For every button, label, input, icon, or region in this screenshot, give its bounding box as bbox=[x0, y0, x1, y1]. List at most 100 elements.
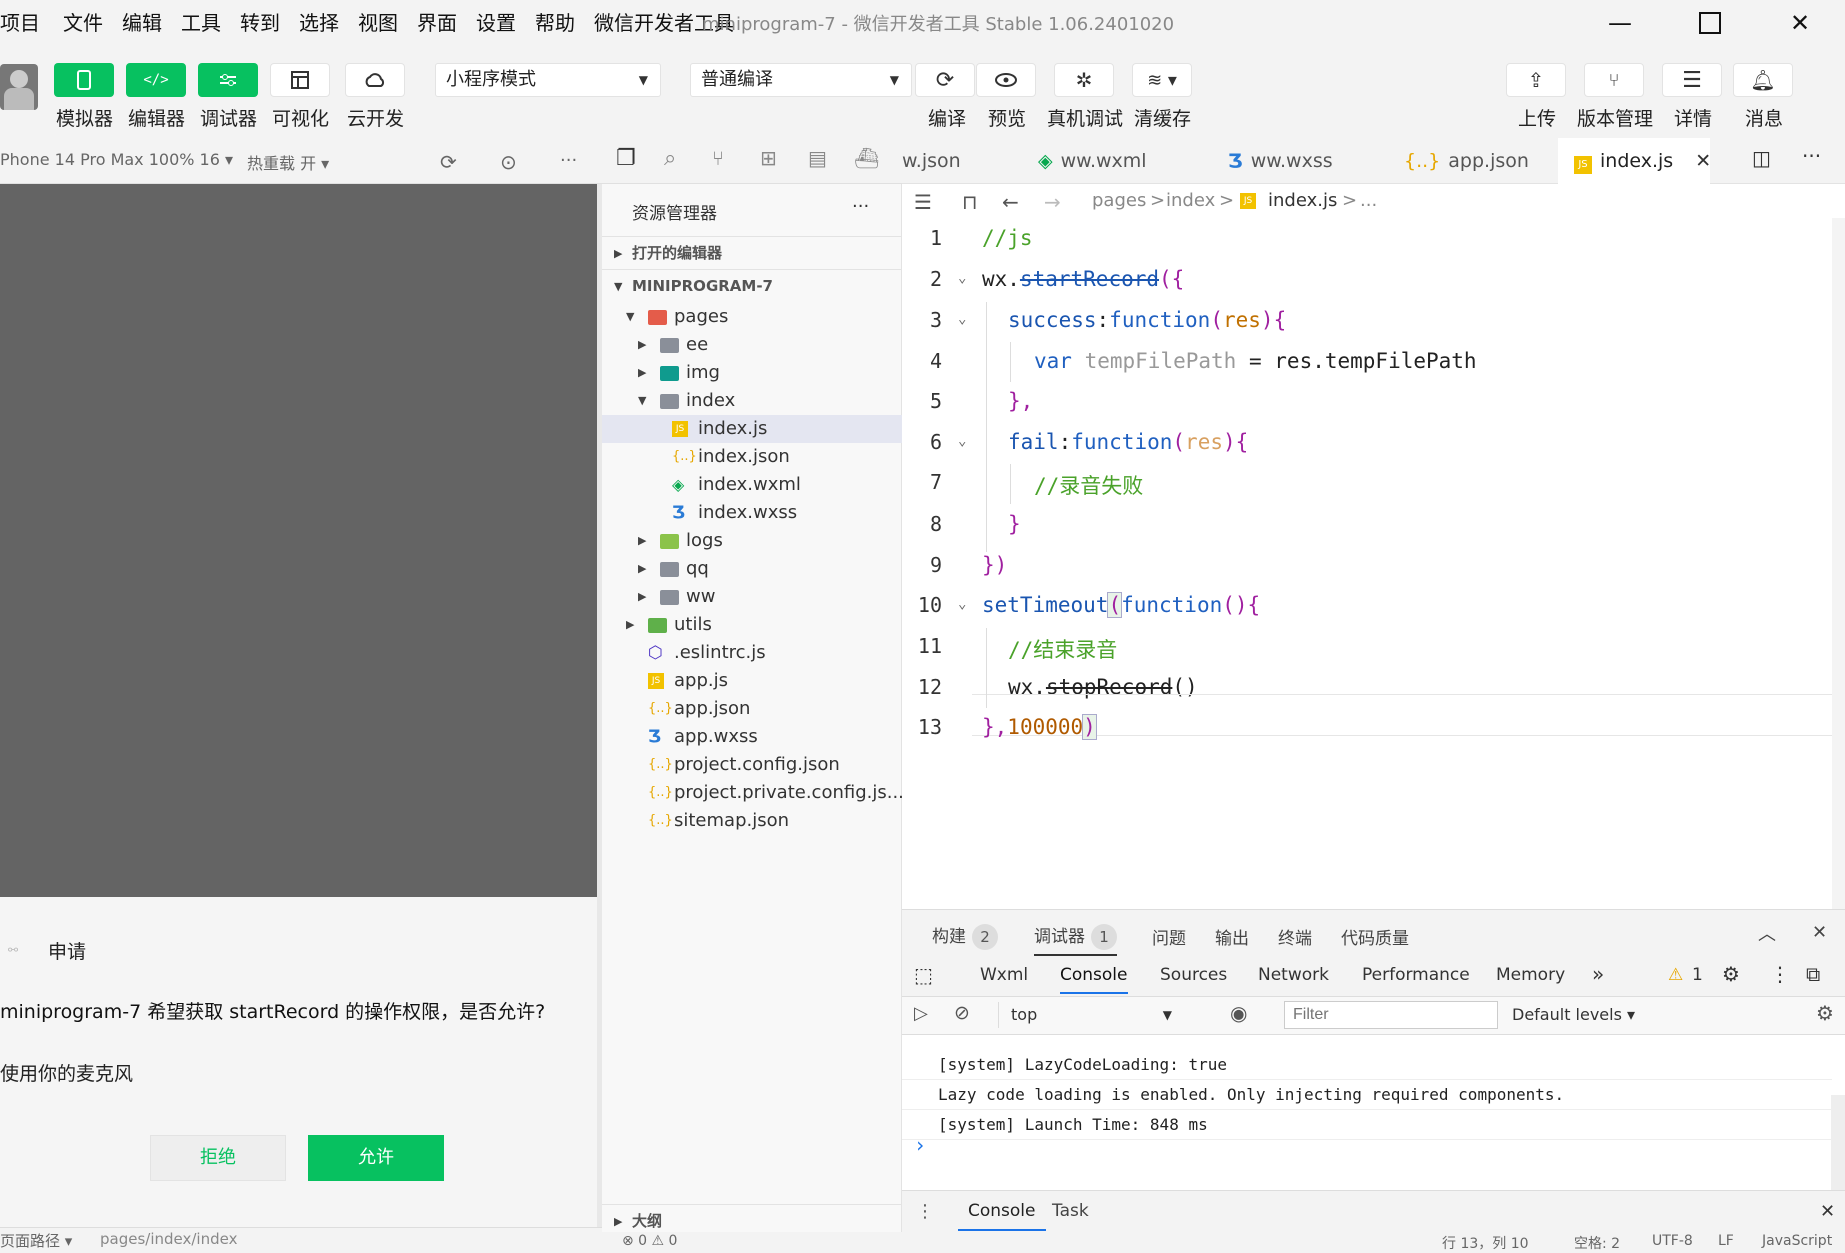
source-control-icon[interactable]: ⑂ bbox=[712, 146, 724, 170]
tab-ww-wxss[interactable]: Ʒww.wxss bbox=[1212, 138, 1392, 184]
close-icon[interactable]: ✕ bbox=[1755, 0, 1845, 46]
tree-item[interactable]: {..} index.json bbox=[602, 443, 902, 471]
close-tab-icon[interactable]: ✕ bbox=[1695, 150, 1711, 172]
simulator-button[interactable] bbox=[54, 63, 114, 97]
levels-select[interactable]: Default levels ▾ bbox=[1512, 1005, 1635, 1024]
chevron-down-icon[interactable]: ▼ bbox=[638, 387, 646, 415]
fold-chevron-icon[interactable]: ⌄ bbox=[958, 596, 966, 612]
back-arrow-icon[interactable]: ← bbox=[1002, 190, 1019, 214]
split-editor-icon[interactable]: ◫ bbox=[1752, 146, 1771, 170]
page-path-label[interactable]: 页面路径 ▾ bbox=[0, 1230, 72, 1251]
undock-icon[interactable]: ⧉ bbox=[1806, 962, 1820, 986]
tree-item[interactable]: ⬡ .eslintrc.js bbox=[602, 639, 902, 667]
tree-item[interactable]: JS app.js bbox=[602, 667, 902, 695]
tree-item[interactable]: ▶ img bbox=[602, 359, 902, 387]
chevron-right-icon[interactable]: ▶ bbox=[638, 359, 646, 387]
chevron-down-icon[interactable]: ▼ bbox=[626, 303, 634, 331]
tree-item[interactable]: {..} app.json bbox=[602, 695, 902, 723]
menu-interface[interactable]: 界面 bbox=[417, 8, 466, 38]
extensions-icon[interactable]: ⊞ bbox=[760, 146, 777, 170]
line-ending[interactable]: LF bbox=[1718, 1233, 1734, 1249]
cursor-position[interactable]: 行 13，列 10 bbox=[1442, 1233, 1529, 1253]
docker-icon[interactable]: ⛴ bbox=[854, 146, 879, 170]
tree-item[interactable]: Ʒindex.wxss bbox=[602, 499, 902, 527]
minimize-icon[interactable]: — bbox=[1575, 0, 1665, 46]
cloud-button[interactable] bbox=[345, 63, 405, 97]
close-drawer-icon[interactable]: ✕ bbox=[1820, 1201, 1835, 1222]
compile-select[interactable]: 普通编译 ▼ bbox=[690, 63, 912, 97]
gear-icon[interactable]: ⚙ bbox=[1816, 1001, 1834, 1025]
context-select[interactable]: top ▼ bbox=[998, 1002, 1178, 1028]
fold-chevron-icon[interactable]: ⌄ bbox=[958, 433, 966, 449]
menu-goto[interactable]: 转到 bbox=[240, 8, 289, 38]
console-prompt[interactable]: › bbox=[914, 1133, 926, 1157]
avatar[interactable] bbox=[0, 64, 38, 110]
tab-code-quality[interactable]: 代码质量 bbox=[1341, 924, 1409, 949]
tab-sources[interactable]: Sources bbox=[1160, 965, 1227, 985]
more-icon[interactable]: ··· bbox=[852, 196, 869, 217]
drawer-tab-console[interactable]: Console bbox=[958, 1201, 1046, 1231]
tree-item[interactable]: ▶ logs bbox=[602, 527, 902, 555]
chevron-right-icon[interactable]: ▶ bbox=[638, 583, 646, 611]
forward-arrow-icon[interactable]: → bbox=[1044, 190, 1061, 214]
tab-build[interactable]: 构建 2 bbox=[932, 922, 998, 950]
bookmark-icon[interactable]: ⊓ bbox=[962, 190, 978, 214]
close-panel-icon[interactable]: ✕ bbox=[1812, 922, 1827, 943]
details-button[interactable]: ☰ bbox=[1662, 63, 1722, 97]
tab-index-js[interactable]: JS index.js ✕ bbox=[1558, 138, 1711, 184]
search-icon[interactable]: ⌕ bbox=[664, 146, 676, 171]
version-button[interactable]: ⑂ bbox=[1584, 63, 1644, 97]
language-mode[interactable]: JavaScript bbox=[1762, 1233, 1832, 1249]
fold-chevron-icon[interactable]: ⌄ bbox=[958, 311, 966, 327]
menu-help[interactable]: 帮助 bbox=[535, 8, 584, 38]
editor-scrollbar[interactable] bbox=[1832, 218, 1845, 909]
breadcrumb-pages[interactable]: pages bbox=[1092, 190, 1146, 211]
open-editors-section[interactable]: ▶ 打开的编辑器 bbox=[602, 236, 902, 269]
tab-ww-wxml[interactable]: ◈ ww.wxml bbox=[1028, 138, 1212, 184]
stop-icon[interactable]: ⊙ bbox=[500, 150, 517, 174]
eye-icon[interactable]: ◉ bbox=[1230, 1001, 1247, 1025]
menu-tools[interactable]: 工具 bbox=[181, 8, 230, 38]
inspect-icon[interactable]: ⬚ bbox=[914, 963, 933, 987]
tree-item[interactable]: ▶ qq bbox=[602, 555, 902, 583]
tree-item[interactable]: JS index.js bbox=[602, 415, 902, 443]
chevron-right-icon[interactable]: ▶ bbox=[638, 527, 646, 555]
preview-button[interactable] bbox=[976, 63, 1036, 97]
tree-item[interactable]: ▶ ee bbox=[602, 331, 902, 359]
refresh-icon[interactable]: ⟳ bbox=[440, 150, 457, 174]
kebab-icon[interactable]: ⋮ bbox=[916, 1201, 934, 1222]
tab-problems[interactable]: 问题 bbox=[1152, 924, 1186, 949]
tab-network[interactable]: Network bbox=[1258, 965, 1329, 985]
tab-output[interactable]: 输出 bbox=[1215, 924, 1249, 949]
editor-button[interactable]: </> bbox=[126, 63, 186, 97]
chevron-right-icon[interactable]: ▶ bbox=[626, 611, 634, 639]
storage-icon[interactable]: ▤ bbox=[808, 146, 827, 170]
menu-settings[interactable]: 设置 bbox=[476, 8, 525, 38]
menu-edit[interactable]: 编辑 bbox=[122, 8, 171, 38]
menu-project[interactable]: 项目 bbox=[0, 8, 49, 38]
tab-w-json[interactable]: w.json bbox=[902, 138, 1028, 184]
tree-item[interactable]: {..} sitemap.json bbox=[602, 807, 902, 835]
tab-memory[interactable]: Memory bbox=[1496, 965, 1565, 985]
chevron-right-icon[interactable]: ▶ bbox=[638, 555, 646, 583]
messages-button[interactable]: 🔔︎ bbox=[1733, 63, 1793, 97]
fold-chevron-icon[interactable]: ⌄ bbox=[958, 270, 966, 286]
tree-item[interactable]: Ʒapp.wxss bbox=[602, 723, 902, 751]
tree-item[interactable]: {..} project.config.json bbox=[602, 751, 902, 779]
files-icon[interactable]: ❐ bbox=[616, 146, 636, 171]
tree-item[interactable]: {..} project.private.config.js... bbox=[602, 779, 904, 807]
tab-wxml[interactable]: Wxml bbox=[980, 965, 1028, 985]
drawer-tab-task[interactable]: Task bbox=[1052, 1201, 1089, 1221]
device-select[interactable]: Phone 14 Pro Max 100% 16 ▾ bbox=[0, 150, 233, 169]
tree-item[interactable]: ◈ index.wxml bbox=[602, 471, 902, 499]
maximize-icon[interactable] bbox=[1665, 0, 1755, 46]
indent-spaces[interactable]: 空格: 2 bbox=[1574, 1233, 1620, 1253]
menu-view[interactable]: 视图 bbox=[358, 8, 407, 38]
tree-item[interactable]: ▶ utils bbox=[602, 611, 902, 639]
breadcrumb-index[interactable]: index bbox=[1166, 190, 1215, 211]
remote-debug-button[interactable]: ✲ bbox=[1054, 63, 1114, 97]
reject-button[interactable]: 拒绝 bbox=[150, 1135, 286, 1181]
code-editor[interactable]: 1 2 3 4 5 6 7 8 9 10 11 12 13 //js ⌄ wx.startRecord(… bbox=[902, 218, 1845, 909]
menu-file[interactable]: 文件 bbox=[63, 8, 112, 38]
tree-item[interactable]: ▼ index bbox=[602, 387, 902, 415]
